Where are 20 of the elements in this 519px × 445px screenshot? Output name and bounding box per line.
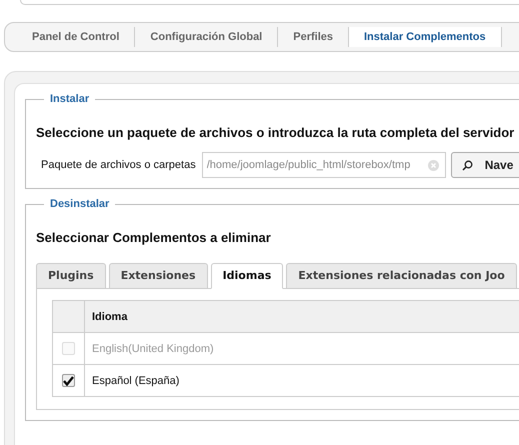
nav-tab[interactable]: Configuración Global [135, 27, 278, 47]
browse-button[interactable]: Nave [450, 152, 519, 178]
fieldset-legend: Instalar [44, 93, 96, 105]
fieldset-legend: Desinstalar [44, 198, 116, 210]
section-heading: Seleccionar Complementos a eliminar [36, 230, 272, 245]
section-heading: Seleccione un paquete de archivos o introduzca la ruta completa del servidor [36, 125, 516, 140]
table-cell-text: English(United Kingdom) [91, 342, 214, 356]
clear-icon[interactable] [428, 160, 439, 170]
checkbox[interactable] [62, 374, 75, 387]
field-label: Paquete de archivos o carpetas [41, 159, 196, 171]
nav-tab[interactable]: Panel de Control [17, 27, 136, 47]
path-field[interactable]: /home/joomlage/public_html/storebox/tmp [202, 152, 446, 178]
tab[interactable]: Plugins [36, 263, 106, 289]
tab[interactable]: Idiomas [210, 263, 284, 289]
nav-tab[interactable]: Instalar Complementos [349, 27, 502, 47]
column-header: Idioma [91, 310, 128, 324]
tab[interactable]: Extensiones [108, 263, 208, 289]
tab[interactable]: Extensiones relacionadas con Joo [286, 263, 517, 289]
table-cell-text: Español (España) [91, 374, 180, 388]
search-icon [462, 160, 473, 170]
